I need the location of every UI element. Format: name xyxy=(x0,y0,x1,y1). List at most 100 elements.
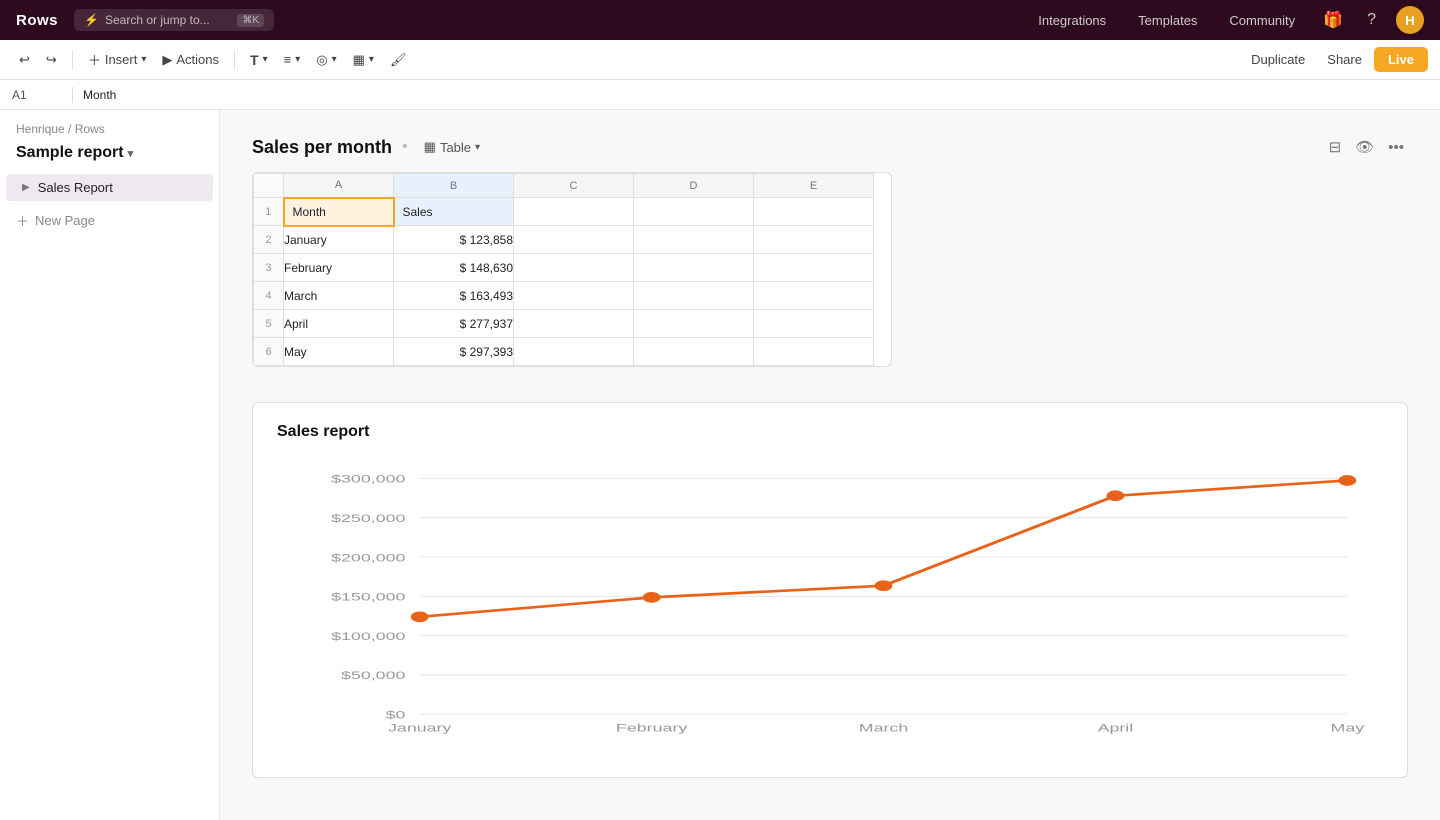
undo-button[interactable]: ↩ xyxy=(12,48,37,72)
new-page-label: New Page xyxy=(35,213,95,228)
format-button[interactable]: ◎ ▾ xyxy=(309,48,343,72)
col-header-a[interactable]: A xyxy=(284,174,394,198)
align-icon: ≡ xyxy=(284,52,292,67)
cell-2-A[interactable]: January xyxy=(284,226,394,254)
spreadsheet-table: A B C D E 1MonthSales 2January$ 123,858 3F… xyxy=(253,173,874,366)
align-chevron: ▾ xyxy=(295,54,300,65)
chart-svg: $300,000$250,000$200,000$150,000$100,000… xyxy=(277,457,1383,757)
top-nav: Rows ⚡ Search or jump to... ⌘K Integrati… xyxy=(0,0,1440,40)
report-title[interactable]: Sample report ▾ xyxy=(0,144,219,174)
cell-1-C[interactable] xyxy=(514,198,634,226)
cell-5-D[interactable] xyxy=(634,310,754,338)
share-button[interactable]: Share xyxy=(1317,48,1372,71)
report-title-text: Sample report xyxy=(16,144,124,162)
cell-4-C[interactable] xyxy=(514,282,634,310)
report-title-chevron: ▾ xyxy=(128,147,134,160)
paint-icon: 🖌 xyxy=(390,52,407,68)
cell-3-D[interactable] xyxy=(634,254,754,282)
table-layout-button[interactable]: ▦ ▾ xyxy=(346,48,381,72)
svg-text:January: January xyxy=(388,723,452,735)
nav-templates[interactable]: Templates xyxy=(1130,9,1205,32)
table-section-header: Sales per month • ▦ Table ▾ ⊟ 👁 ••• xyxy=(252,134,1408,160)
table-layout-icon: ▦ xyxy=(353,52,365,68)
cell-5-A[interactable]: April xyxy=(284,310,394,338)
row-num-2: 2 xyxy=(254,226,284,254)
cell-6-E[interactable] xyxy=(754,338,874,366)
user-avatar[interactable]: H xyxy=(1396,6,1424,34)
redo-button[interactable]: ↪ xyxy=(39,48,64,72)
search-placeholder: Search or jump to... xyxy=(105,13,210,27)
cell-ref-id: A1 xyxy=(12,88,62,102)
collapse-arrow-icon: ▶ xyxy=(22,182,30,193)
gift-icon[interactable]: 🎁 xyxy=(1319,6,1347,34)
svg-text:March: March xyxy=(859,723,909,735)
cell-4-D[interactable] xyxy=(634,282,754,310)
sidebar-item-label: Sales Report xyxy=(38,180,113,195)
cell-5-C[interactable] xyxy=(514,310,634,338)
more-options-button[interactable]: ••• xyxy=(1384,135,1408,160)
cell-6-D[interactable] xyxy=(634,338,754,366)
insert-label: Insert xyxy=(105,52,138,67)
cell-2-B[interactable]: $ 123,858 xyxy=(394,226,514,254)
cell-4-B[interactable]: $ 163,493 xyxy=(394,282,514,310)
spreadsheet-wrapper: A B C D E 1MonthSales 2January$ 123,858 3F… xyxy=(252,172,892,367)
new-page-item[interactable]: ＋ New Page xyxy=(0,205,219,236)
cell-3-C[interactable] xyxy=(514,254,634,282)
cell-1-A[interactable]: Month xyxy=(284,198,394,226)
cell-3-B[interactable]: $ 148,630 xyxy=(394,254,514,282)
text-style-button[interactable]: T ▾ xyxy=(243,48,275,72)
col-header-e[interactable]: E xyxy=(754,174,874,198)
format-chevron: ▾ xyxy=(332,54,337,65)
filter-button[interactable]: ⊟ xyxy=(1325,134,1346,160)
cell-6-C[interactable] xyxy=(514,338,634,366)
cell-5-E[interactable] xyxy=(754,310,874,338)
new-page-plus-icon: ＋ xyxy=(16,211,29,230)
chart-section: Sales report $300,000$250,000$200,000$15… xyxy=(252,402,1408,778)
col-header-b[interactable]: B xyxy=(394,174,514,198)
svg-text:April: April xyxy=(1098,723,1134,735)
svg-text:$50,000: $50,000 xyxy=(341,670,405,682)
eye-button[interactable]: 👁 xyxy=(1351,134,1378,160)
table-type-button[interactable]: ▦ Table ▾ xyxy=(418,137,486,157)
svg-text:$150,000: $150,000 xyxy=(331,592,405,604)
insert-icon: ＋ xyxy=(88,50,101,69)
help-icon[interactable]: ? xyxy=(1363,7,1380,33)
duplicate-button[interactable]: Duplicate xyxy=(1241,48,1315,71)
col-header-d[interactable]: D xyxy=(634,174,754,198)
cell-ref-divider xyxy=(72,87,73,103)
insert-button[interactable]: ＋ Insert ▾ xyxy=(81,46,154,73)
cell-ref-bar: A1 Month xyxy=(0,80,1440,110)
app-layout: Henrique / Rows Sample report ▾ ▶ Sales … xyxy=(0,110,1440,820)
nav-integrations[interactable]: Integrations xyxy=(1030,9,1114,32)
cell-1-B[interactable]: Sales xyxy=(394,198,514,226)
row-num-1: 1 xyxy=(254,198,284,226)
table-icon: ▦ xyxy=(424,139,436,155)
row-num-4: 4 xyxy=(254,282,284,310)
row-num-5: 5 xyxy=(254,310,284,338)
align-button[interactable]: ≡ ▾ xyxy=(277,48,308,71)
search-icon: ⚡ xyxy=(84,13,99,27)
cell-6-B[interactable]: $ 297,393 xyxy=(394,338,514,366)
text-style-icon: T xyxy=(250,52,259,68)
cell-2-C[interactable] xyxy=(514,226,634,254)
cell-2-E[interactable] xyxy=(754,226,874,254)
cell-2-D[interactable] xyxy=(634,226,754,254)
actions-button[interactable]: ▶ Actions xyxy=(155,48,226,72)
cell-5-B[interactable]: $ 277,937 xyxy=(394,310,514,338)
sidebar-item-sales-report[interactable]: ▶ Sales Report xyxy=(6,174,213,201)
cell-3-E[interactable] xyxy=(754,254,874,282)
col-header-c[interactable]: C xyxy=(514,174,634,198)
cell-1-E[interactable] xyxy=(754,198,874,226)
cell-3-A[interactable]: February xyxy=(284,254,394,282)
nav-community[interactable]: Community xyxy=(1221,9,1303,32)
search-bar[interactable]: ⚡ Search or jump to... ⌘K xyxy=(74,9,274,31)
live-button[interactable]: Live xyxy=(1374,47,1428,72)
cell-4-A[interactable]: March xyxy=(284,282,394,310)
cell-4-E[interactable] xyxy=(754,282,874,310)
paint-button[interactable]: 🖌 xyxy=(383,48,414,72)
cell-1-D[interactable] xyxy=(634,198,754,226)
row-num-3: 3 xyxy=(254,254,284,282)
breadcrumb-workspace: Rows xyxy=(75,122,105,136)
svg-text:$250,000: $250,000 xyxy=(331,513,405,525)
cell-6-A[interactable]: May xyxy=(284,338,394,366)
